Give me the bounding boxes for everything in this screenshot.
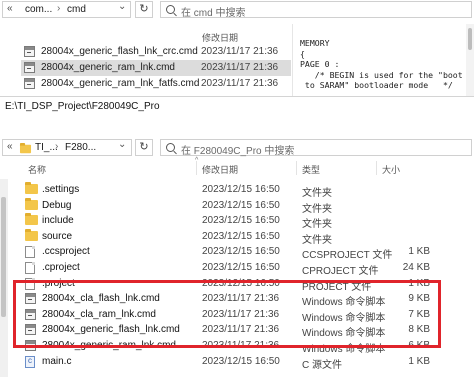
column-header-type[interactable]: 类型 bbox=[302, 163, 320, 176]
file-row[interactable]: main.c 2023/12/15 16:50 C 源文件 1 KB bbox=[22, 354, 442, 371]
file-name: .cproject bbox=[42, 262, 80, 273]
search-placeholder: 在 cmd 中搜索 bbox=[181, 8, 246, 19]
back-column-date-header[interactable]: 修改日期 bbox=[202, 31, 238, 44]
file-name: .ccsproject bbox=[42, 246, 90, 258]
back-file-name: 28004x_generic_flash_lnk_crc.cmd bbox=[41, 46, 198, 57]
cmd-files-highlight-annotation bbox=[13, 280, 441, 348]
file-modified-date: 2023/12/15 16:50 bbox=[202, 262, 280, 273]
column-header-row: 名称 ^ 修改日期 类型 大小 bbox=[0, 157, 474, 177]
file-row[interactable]: source 2023/12/15 16:50 文件夹 bbox=[22, 228, 442, 246]
breadcrumb-separator-icon: › bbox=[57, 3, 61, 14]
column-divider[interactable] bbox=[296, 161, 297, 175]
file-name: Debug bbox=[42, 199, 72, 211]
search-placeholder: 在 F280049C_Pro 中搜索 bbox=[181, 146, 295, 157]
navigation-pane-scrollbar[interactable] bbox=[0, 179, 8, 377]
back-file-row[interactable]: 28004x_generic_ram_lnk_fatfs.cmd 2023/11… bbox=[21, 76, 291, 92]
file-modified-date: 2023/12/15 16:50 bbox=[202, 199, 280, 211]
front-address-bar: « TI_... › F280... ⌄ ↻ 在 F280049C_Pro 中搜… bbox=[0, 139, 474, 159]
file-modified-date: 2023/12/15 16:50 bbox=[202, 246, 280, 258]
file-modified-date: 2023/12/15 16:50 bbox=[202, 215, 280, 227]
scrollbar-thumb[interactable] bbox=[468, 28, 472, 50]
back-refresh-button[interactable]: ↻ bbox=[135, 1, 153, 18]
address-dropdown-icon[interactable]: ⌄ bbox=[118, 1, 126, 12]
file-row[interactable]: include 2023/12/15 16:50 文件夹 bbox=[22, 213, 442, 230]
cmd-file-icon bbox=[24, 46, 35, 57]
column-header-name[interactable]: 名称 bbox=[28, 163, 46, 176]
file-name: .settings bbox=[42, 184, 80, 195]
back-file-date: 2023/11/17 21:36 bbox=[201, 46, 279, 57]
preview-scrollbar[interactable] bbox=[466, 24, 474, 96]
back-file-name: 28004x_generic_ram_lnk.cmd bbox=[41, 62, 175, 73]
preview-pane: MEMORY { PAGE 0 : /* BEGIN is used for t… bbox=[292, 24, 474, 96]
overflow-chevron-icon[interactable]: « bbox=[7, 3, 13, 14]
cmd-file-icon bbox=[24, 62, 35, 73]
back-search-input[interactable]: 在 cmd 中搜索 bbox=[160, 1, 472, 19]
file-size: 1 KB bbox=[408, 246, 430, 258]
doc-icon bbox=[25, 246, 35, 259]
c-icon bbox=[25, 355, 35, 368]
window-title: E:\TI_DSP_Project\F280049C_Pro bbox=[5, 101, 160, 112]
address-dropdown-icon[interactable]: ⌄ bbox=[118, 139, 126, 150]
breadcrumb-separator-icon: › bbox=[55, 141, 59, 152]
folder-icon bbox=[25, 197, 38, 210]
back-address-field[interactable]: « com... › cmd ⌄ bbox=[2, 1, 131, 18]
back-address-bar: « com... › cmd ⌄ ↻ 在 cmd 中搜索 bbox=[0, 0, 474, 20]
background-explorer-window: « com... › cmd ⌄ ↻ 在 cmd 中搜索 修改日期 28004x… bbox=[0, 0, 474, 96]
back-file-date: 2023/11/17 21:36 bbox=[201, 62, 279, 73]
folder-icon bbox=[19, 143, 32, 154]
folder-icon bbox=[25, 228, 38, 241]
cmd-file-icon bbox=[24, 78, 35, 89]
file-row[interactable]: .cproject 2023/12/15 16:50 CPROJECT 文件 24 K… bbox=[22, 260, 442, 277]
file-name: include bbox=[42, 215, 74, 227]
doc-icon bbox=[25, 262, 35, 274]
front-refresh-button[interactable]: ↻ bbox=[135, 139, 153, 156]
back-file-name: 28004x_generic_ram_lnk_fatfs.cmd bbox=[41, 78, 200, 89]
back-file-row[interactable]: 28004x_generic_flash_lnk_crc.cmd 2023/11… bbox=[21, 44, 291, 60]
folder-icon bbox=[25, 182, 38, 194]
search-icon bbox=[166, 143, 175, 152]
scrollbar-thumb[interactable] bbox=[1, 197, 6, 317]
file-row[interactable]: Debug 2023/12/15 16:50 文件夹 bbox=[22, 197, 442, 215]
back-file-row-selected[interactable]: 28004x_generic_ram_lnk.cmd 2023/11/17 21… bbox=[21, 60, 291, 76]
file-name: source bbox=[42, 230, 73, 242]
column-divider[interactable] bbox=[376, 161, 377, 175]
file-modified-date: 2023/12/15 16:50 bbox=[202, 230, 280, 242]
file-size: 24 KB bbox=[402, 262, 430, 273]
column-header-size[interactable]: 大小 bbox=[382, 163, 400, 176]
file-modified-date: 2023/12/15 16:50 bbox=[202, 355, 280, 367]
code-preview-text: MEMORY { PAGE 0 : /* BEGIN is used for t… bbox=[300, 38, 463, 91]
back-file-date: 2023/11/17 21:36 bbox=[201, 78, 279, 89]
file-name: main.c bbox=[42, 355, 72, 367]
front-address-field[interactable]: « TI_... › F280... ⌄ bbox=[2, 139, 132, 156]
file-row[interactable]: .settings 2023/12/15 16:50 文件夹 bbox=[22, 182, 442, 199]
column-header-date[interactable]: 修改日期 bbox=[202, 163, 238, 176]
overflow-chevron-icon[interactable]: « bbox=[7, 141, 13, 152]
file-type: C 源文件 bbox=[302, 359, 342, 371]
column-divider[interactable] bbox=[196, 161, 197, 175]
breadcrumb-segment-1[interactable]: com... bbox=[25, 4, 52, 15]
file-size: 1 KB bbox=[408, 355, 430, 367]
breadcrumb-segment-2[interactable]: cmd bbox=[67, 4, 86, 15]
search-icon bbox=[166, 5, 175, 14]
breadcrumb-segment-2[interactable]: F280... bbox=[65, 142, 96, 153]
front-search-input[interactable]: 在 F280049C_Pro 中搜索 bbox=[160, 139, 472, 157]
file-row[interactable]: .ccsproject 2023/12/15 16:50 CCSPROJECT 文件… bbox=[22, 244, 442, 261]
file-modified-date: 2023/12/15 16:50 bbox=[202, 184, 280, 195]
folder-icon bbox=[25, 213, 38, 226]
